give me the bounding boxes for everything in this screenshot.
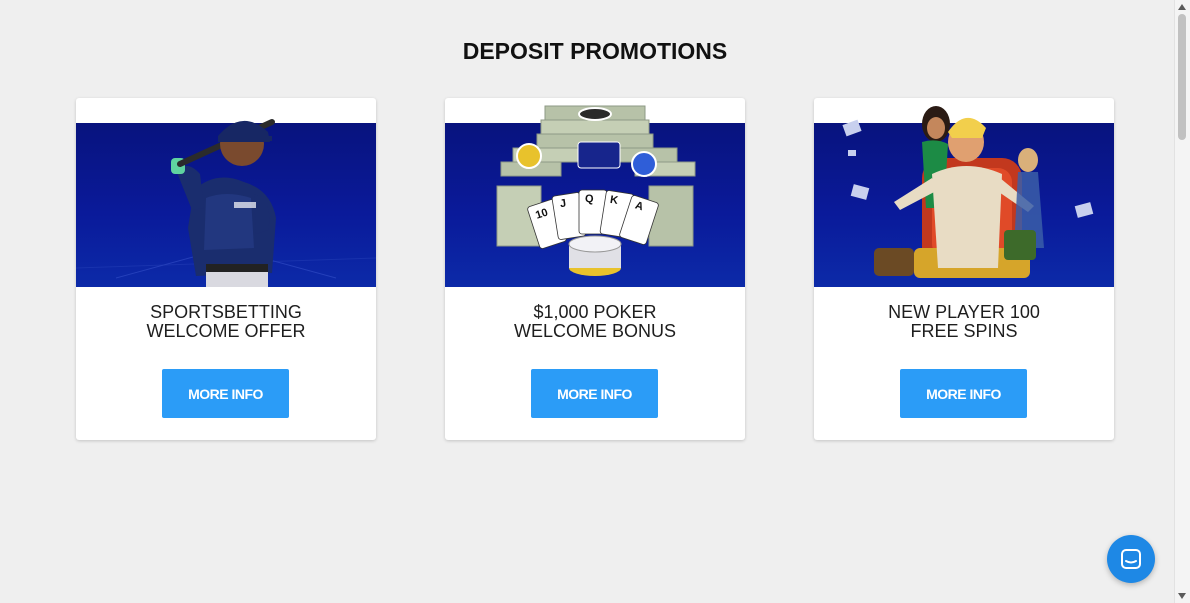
- promo-title-line2: WELCOME BONUS: [513, 321, 677, 341]
- casino-characters-image: [842, 106, 1094, 278]
- vertical-scrollbar[interactable]: [1174, 0, 1190, 603]
- promo-title-line1: $1,000 POKER: [533, 302, 657, 322]
- chat-bubble-icon: [1121, 549, 1141, 569]
- promo-card-free-spins: NEW PLAYER 100 FREE SPINS MORE INFO: [814, 98, 1114, 440]
- promo-card-poker: 10 J Q K A $1,000 POKER WELCOME BONUS MO…: [445, 98, 745, 440]
- promo-title: NEW PLAYER 100 FREE SPINS: [814, 303, 1114, 341]
- more-info-button[interactable]: MORE INFO: [900, 369, 1027, 418]
- chat-launcher-button[interactable]: [1107, 535, 1155, 583]
- poker-cards-cash-image: 10 J Q K A: [496, 105, 696, 276]
- promo-title: $1,000 POKER WELCOME BONUS: [445, 303, 745, 341]
- section-title: DEPOSIT PROMOTIONS: [462, 38, 728, 64]
- scrollbar-thumb[interactable]: [1178, 14, 1186, 140]
- promo-title-line2: WELCOME OFFER: [146, 321, 306, 341]
- promo-title-line2: FREE SPINS: [910, 321, 1018, 341]
- promo-title: SPORTSBETTING WELCOME OFFER: [76, 303, 376, 341]
- promo-title-line1: SPORTSBETTING: [150, 302, 302, 322]
- promo-card-sportsbetting: SPORTSBETTING WELCOME OFFER MORE INFO: [75, 98, 377, 440]
- page: DEPOSIT PROMOTIONS SPORTSBETTING WELCOME…: [0, 0, 1175, 603]
- more-info-button[interactable]: MORE INFO: [531, 369, 658, 418]
- scroll-up-arrow-icon[interactable]: [1178, 4, 1186, 10]
- svg-text:Q: Q: [585, 193, 594, 205]
- baseball-player-image: [75, 119, 377, 287]
- promo-title-line1: NEW PLAYER 100: [888, 302, 1040, 322]
- scroll-down-arrow-icon[interactable]: [1178, 593, 1186, 599]
- more-info-button[interactable]: MORE INFO: [162, 369, 289, 418]
